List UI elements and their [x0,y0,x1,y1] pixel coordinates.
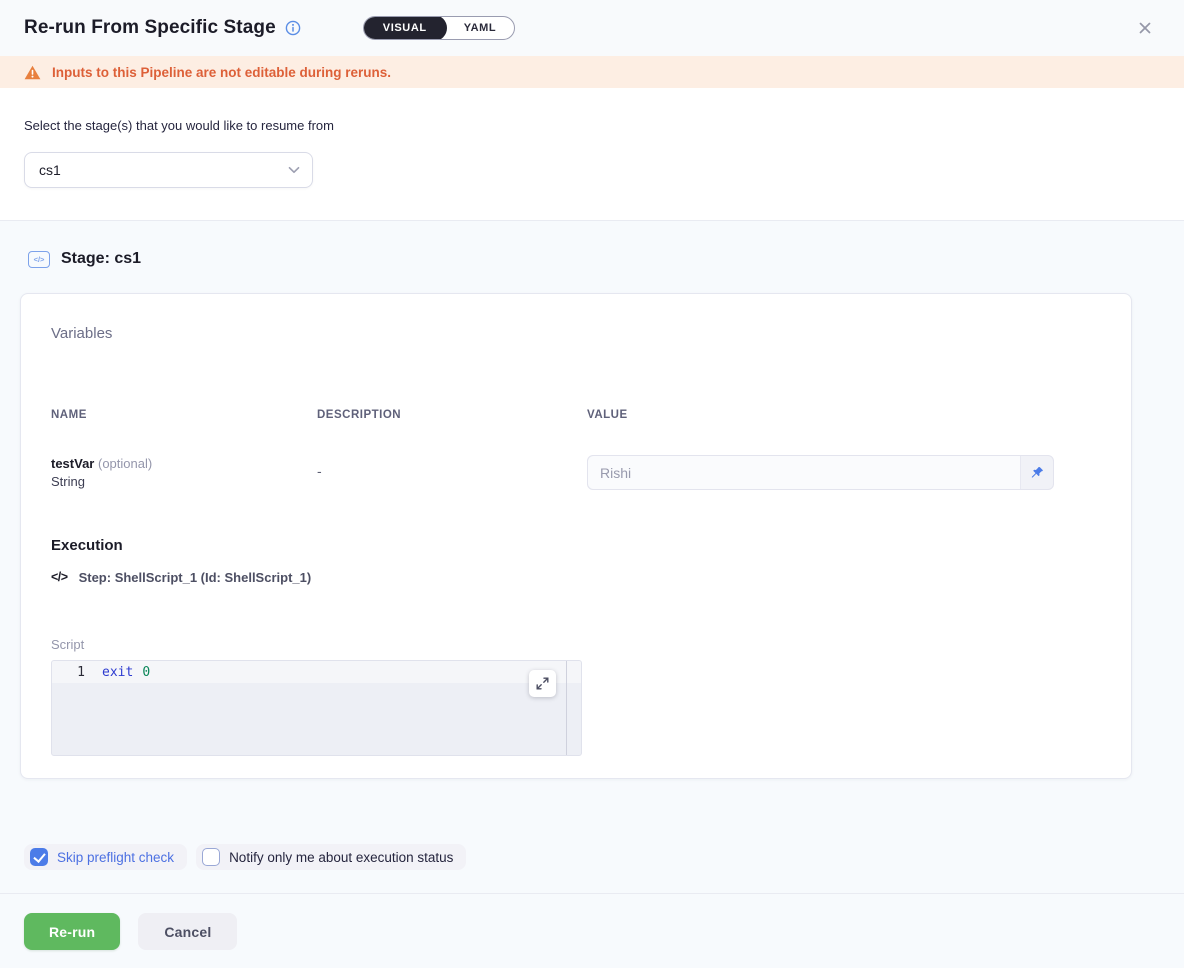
column-header-description: DESCRIPTION [317,408,587,423]
stage-detail-section: </> Stage: cs1 Variables NAME DESCRIPTIO… [0,221,1184,893]
expand-icon [536,677,549,690]
script-label: Script [51,636,1101,653]
variable-value-input[interactable] [588,456,1021,489]
variable-optional-tag: (optional) [94,456,152,471]
tab-visual[interactable]: VISUAL [363,16,447,40]
visual-yaml-toggle: VISUAL YAML [363,16,516,40]
variables-title: Variables [51,324,1101,344]
code-step-icon: </> [51,570,68,584]
editor-scrollbar[interactable] [566,661,567,755]
notify-me-checkbox[interactable]: Notify only me about execution status [196,844,466,870]
stage-heading: </> Stage: cs1 [28,248,1160,270]
column-header-value: VALUE [587,408,1101,423]
code-line: exit 0 [102,665,150,680]
table-row: testVar (optional) String - [51,455,1101,491]
stage-heading-text: Stage: cs1 [61,250,141,268]
stage-select-label: Select the stage(s) that you would like … [24,118,1184,133]
stage-icon: </> [28,251,50,268]
variable-name-cell: testVar (optional) String [51,455,317,491]
column-header-name: NAME [51,408,317,423]
stage-inputs-card: Variables NAME DESCRIPTION VALUE testVar… [20,293,1132,779]
step-row: </> Step: ShellScript_1 (Id: ShellScript… [51,568,1101,586]
run-options-row: Skip preflight check Notify only me abou… [24,844,1160,870]
rerun-button[interactable]: Re-run [24,913,120,950]
modal-footer: Re-run Cancel [0,893,1184,968]
checkbox-icon [30,848,48,866]
stage-select-value: cs1 [39,162,61,178]
execution-title: Execution [51,536,1101,556]
variable-type: String [51,472,317,491]
editor-line: 1 exit 0 [52,661,581,683]
variable-value-field [587,455,1054,490]
warning-text: Inputs to this Pipeline are not editable… [52,65,391,80]
stage-select-dropdown[interactable]: cs1 [24,152,313,188]
skip-preflight-checkbox[interactable]: Skip preflight check [24,844,187,870]
chevron-down-icon [288,166,300,174]
rerun-stage-modal: Re-run From Specific Stage VISUAL YAML [0,0,1184,968]
tab-yaml[interactable]: YAML [446,16,515,40]
code-keyword: exit [102,665,133,680]
expand-button[interactable] [529,670,556,697]
checkbox-icon [202,848,220,866]
checkbox-label: Skip preflight check [57,850,174,865]
code-argument: 0 [142,665,150,680]
variable-name: testVar [51,456,94,471]
pin-icon[interactable] [1021,456,1053,489]
variables-table-header: NAME DESCRIPTION VALUE [51,408,1101,423]
checkbox-label: Notify only me about execution status [229,850,453,865]
variable-description: - [317,455,587,479]
step-label: Step: ShellScript_1 (Id: ShellScript_1) [79,570,312,585]
script-editor[interactable]: 1 exit 0 [51,660,582,756]
modal-header: Re-run From Specific Stage VISUAL YAML [0,0,1184,56]
stage-select-section: Select the stage(s) that you would like … [0,88,1184,221]
info-icon[interactable] [285,20,301,36]
warning-icon [24,65,41,80]
page-title: Re-run From Specific Stage [24,17,276,39]
warning-banner: Inputs to this Pipeline are not editable… [0,56,1184,88]
cancel-button[interactable]: Cancel [138,913,237,950]
line-number: 1 [52,665,102,680]
close-icon[interactable] [1134,17,1156,39]
